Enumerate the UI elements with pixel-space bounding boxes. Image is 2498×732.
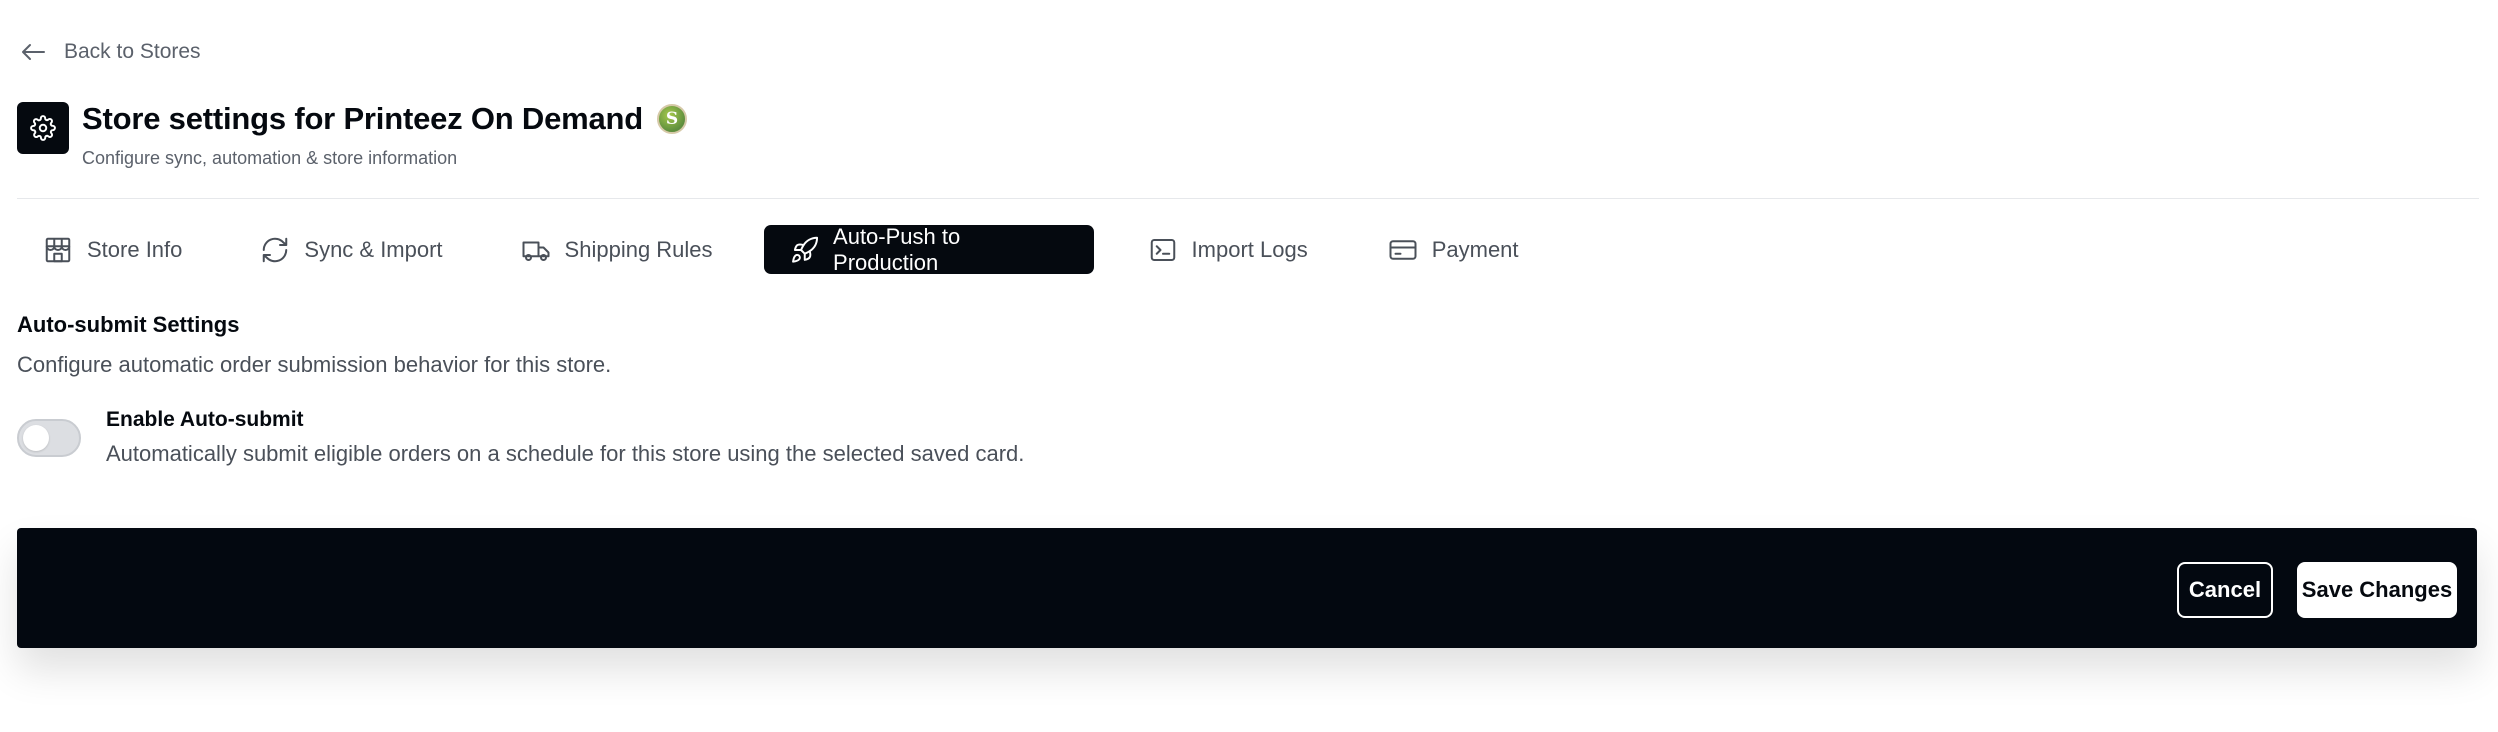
toggle-label: Enable Auto-submit: [106, 408, 304, 431]
shopify-icon: S: [657, 104, 688, 134]
truck-icon: [522, 241, 550, 261]
tab-label: Store Info: [87, 236, 183, 262]
action-bar: Cancel Save Changes: [17, 528, 2477, 648]
tab-shipping-rules[interactable]: Shipping Rules: [495, 225, 739, 274]
rocket-icon: [791, 236, 818, 263]
toggle-description: Automatically submit eligible orders on …: [106, 441, 1025, 466]
tab-import-logs[interactable]: Import Logs: [1122, 225, 1334, 274]
header-divider: [17, 198, 2479, 199]
tab-payment[interactable]: Payment: [1362, 225, 1545, 274]
page-header: Store settings for Printeez On Demand S …: [17, 101, 688, 169]
tab-store-info[interactable]: Store Info: [17, 225, 208, 274]
shopify-icon-letter: S: [665, 109, 679, 129]
toggle-knob: [23, 425, 49, 451]
storefront-icon: [45, 237, 71, 262]
tab-label: Shipping Rules: [564, 236, 713, 262]
page-subtitle: Configure sync, automation & store infor…: [82, 148, 458, 168]
tab-sync-import[interactable]: Sync & Import: [234, 225, 468, 274]
refresh-icon: [263, 237, 288, 262]
store-settings-page: Back to Stores Store settings for Printe…: [0, 0, 2498, 732]
tab-label: Sync & Import: [304, 236, 443, 262]
arrow-left-icon: [22, 44, 45, 60]
back-to-stores-link[interactable]: Back to Stores: [20, 40, 201, 64]
terminal-icon: [1150, 238, 1175, 261]
tab-label: Import Logs: [1191, 236, 1308, 262]
settings-tabs: Store Info Sync & Import Shipping Rules …: [17, 223, 1545, 275]
auto-submit-toggle[interactable]: [17, 419, 81, 457]
tab-auto-push-to-production[interactable]: Auto-Push to Production: [763, 223, 1094, 275]
cancel-button[interactable]: Cancel: [2177, 562, 2273, 618]
tab-label: Payment: [1431, 236, 1519, 262]
back-link-label: Back to Stores: [64, 40, 201, 63]
page-title: Store settings for Printeez On Demand: [82, 101, 644, 136]
credit-card-icon: [1389, 239, 1417, 260]
section-title: Auto-submit Settings: [17, 312, 240, 337]
settings-gear-icon: [17, 102, 69, 154]
tab-label: Auto-Push to Production: [833, 223, 961, 275]
section-description: Configure automatic order submission beh…: [17, 352, 612, 377]
save-changes-button[interactable]: Save Changes: [2297, 562, 2457, 618]
